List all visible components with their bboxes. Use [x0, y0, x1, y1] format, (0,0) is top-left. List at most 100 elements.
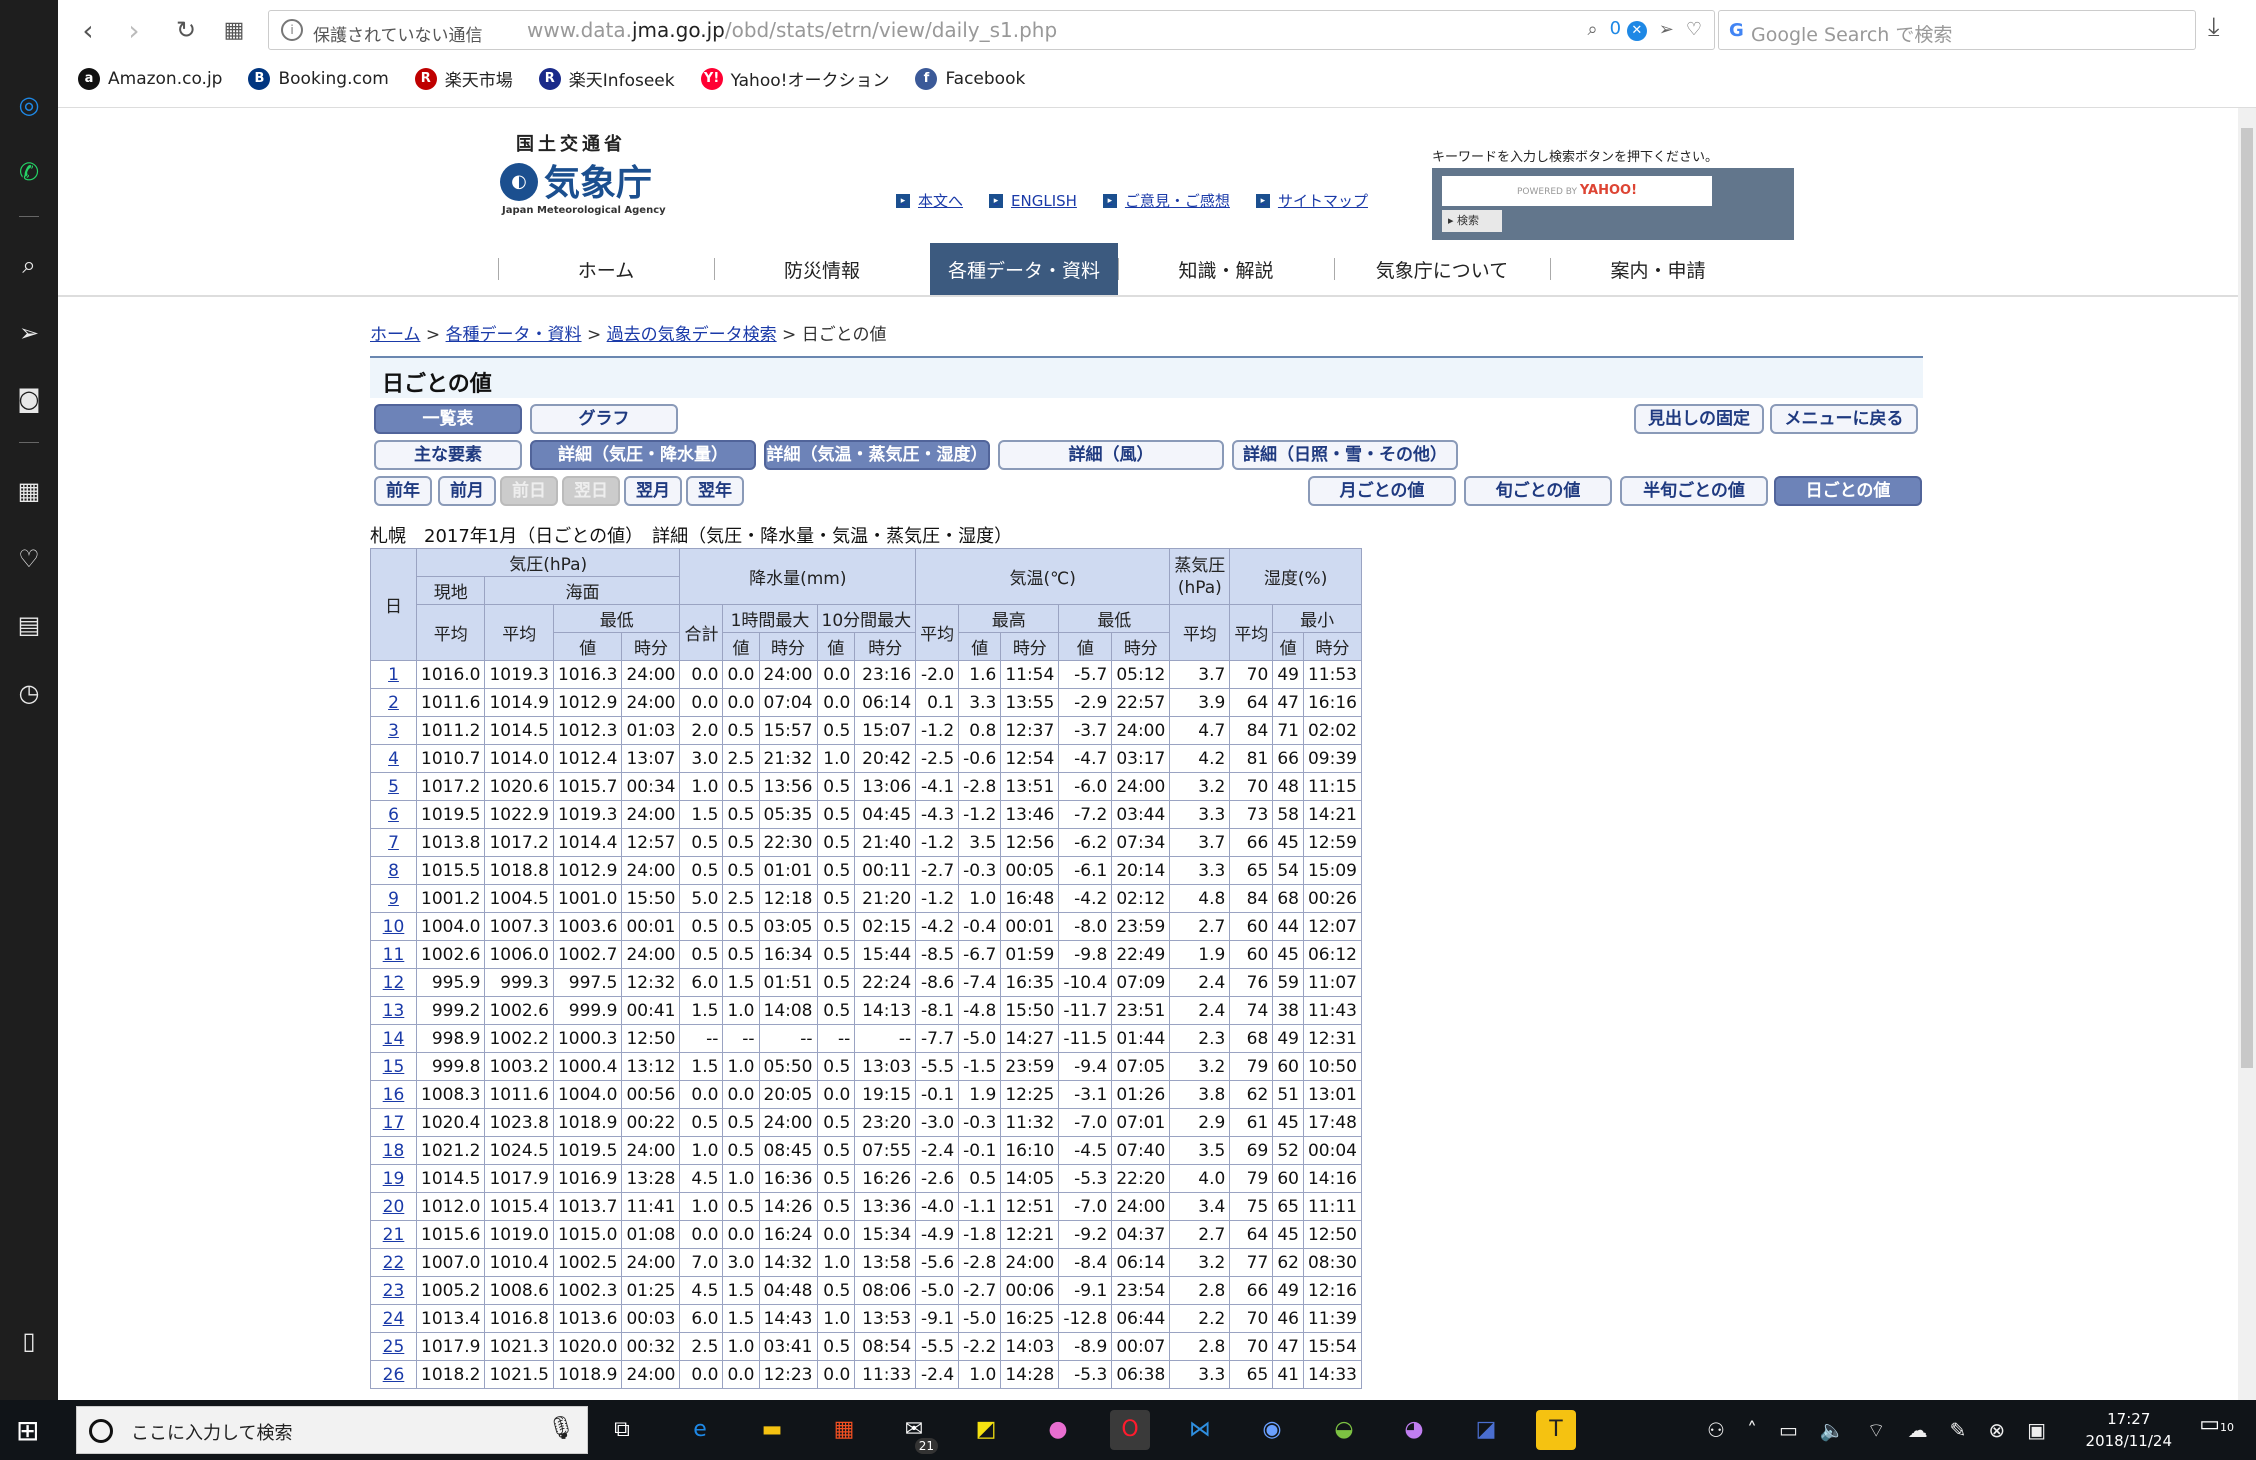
store-icon[interactable]: ▦	[824, 1410, 864, 1450]
bookmark-item[interactable]: f Facebook	[915, 67, 1025, 90]
detail-pressure-button[interactable]: 詳細（気圧・降水量）	[530, 440, 756, 470]
day-link[interactable]: 2	[388, 693, 399, 713]
opera-icon[interactable]: O	[1110, 1410, 1150, 1450]
bookmark-item[interactable]: R 楽天Infoseek	[538, 66, 675, 91]
taskbar-search[interactable]: ここに入力して検索 🎙	[76, 1406, 588, 1454]
day-link[interactable]: 17	[383, 1113, 405, 1133]
day-link[interactable]: 5	[388, 777, 399, 797]
nav-item[interactable]: 案内・申請	[1550, 243, 1766, 295]
url-text[interactable]: www.data.jma.go.jp/obd/stats/etrn/view/d…	[527, 18, 1057, 42]
page-scrollbar[interactable]	[2238, 108, 2256, 1400]
microphone-icon[interactable]: 🎙	[547, 1416, 575, 1441]
ime-icon[interactable]: ▣	[2027, 1418, 2046, 1442]
file-explorer-icon[interactable]: ▬	[752, 1410, 792, 1450]
apps-icon[interactable]: ▦	[10, 472, 48, 510]
prev-year-button[interactable]: 前年	[374, 476, 432, 506]
site-search-input[interactable]: POWERED BY YAHOO!	[1442, 176, 1712, 206]
breadcrumb-data[interactable]: 各種データ・資料	[446, 325, 582, 345]
nav-item[interactable]: ホーム	[498, 243, 714, 295]
nav-item[interactable]: 各種データ・資料	[930, 243, 1118, 295]
monthly-values-button[interactable]: 月ごとの値	[1308, 476, 1456, 506]
maps-pin-icon[interactable]: ●	[1038, 1410, 1078, 1450]
day-link[interactable]: 8	[388, 861, 399, 881]
reload-icon[interactable]: ↻	[168, 12, 204, 48]
nav-item[interactable]: 防災情報	[714, 243, 930, 295]
battery-icon[interactable]: ▭	[1779, 1418, 1798, 1442]
day-link[interactable]: 4	[388, 749, 399, 769]
edge-icon[interactable]: e	[680, 1410, 720, 1450]
cortana-icon[interactable]	[89, 1419, 113, 1443]
speed-dial-icon[interactable]: ▦	[216, 12, 252, 48]
day-link[interactable]: 20	[383, 1197, 405, 1217]
history-icon[interactable]: ◷	[10, 674, 48, 712]
forward-icon[interactable]: ›	[116, 12, 152, 48]
messenger-icon[interactable]: ◎	[10, 86, 48, 124]
eclipse-icon[interactable]: ◉	[1252, 1410, 1292, 1450]
nav-item[interactable]: 気象庁について	[1334, 243, 1550, 295]
camera-icon[interactable]: ◙	[10, 380, 48, 418]
day-link[interactable]: 10	[383, 917, 405, 937]
android-icon[interactable]: ◒	[1324, 1410, 1364, 1450]
day-link[interactable]: 1	[388, 665, 399, 685]
sitemap-link[interactable]: ▸ サイトマップ	[1255, 190, 1368, 211]
day-link[interactable]: 19	[383, 1169, 405, 1189]
people-icon[interactable]: ⚇	[1707, 1418, 1725, 1442]
search-icon[interactable]: ⌕	[1587, 19, 1597, 40]
news-icon[interactable]: ▤	[10, 606, 48, 644]
heart-icon[interactable]: ♡	[10, 540, 48, 578]
app-icon[interactable]: ◪	[1466, 1410, 1506, 1450]
terminal-icon[interactable]: T	[1536, 1410, 1576, 1450]
fix-header-button[interactable]: 見出しの固定	[1634, 404, 1764, 434]
day-link[interactable]: 25	[383, 1337, 405, 1357]
sticky-notes-icon[interactable]: ◩	[966, 1410, 1006, 1450]
bookmark-item[interactable]: Y! Yahoo!オークション	[700, 66, 889, 91]
day-link[interactable]: 3	[388, 721, 399, 741]
day-link[interactable]: 9	[388, 889, 399, 909]
ad-block-counter[interactable]: 0 ✕	[1610, 18, 1647, 41]
breadcrumb-home[interactable]: ホーム	[370, 325, 421, 345]
dekad-values-button[interactable]: 旬ごとの値	[1464, 476, 1612, 506]
day-link[interactable]: 18	[383, 1141, 405, 1161]
whatsapp-icon[interactable]: ✆	[10, 153, 48, 191]
vscode-icon[interactable]: ⋈	[1180, 1410, 1220, 1450]
github-icon[interactable]: ◕	[1394, 1410, 1434, 1450]
next-year-button[interactable]: 翌年	[686, 476, 744, 506]
graph-view-button[interactable]: グラフ	[530, 404, 678, 434]
skip-to-content-link[interactable]: ▸ 本文へ	[896, 190, 963, 211]
bookmark-item[interactable]: B Booking.com	[248, 67, 389, 90]
sidebar-toggle-icon[interactable]: ▯	[10, 1322, 48, 1360]
day-link[interactable]: 15	[383, 1057, 405, 1077]
day-link[interactable]: 6	[388, 805, 399, 825]
bookmark-item[interactable]: a Amazon.co.jp	[78, 67, 222, 90]
wifi-icon[interactable]: ⌔	[1867, 1418, 1886, 1443]
send-icon[interactable]: ➢	[10, 314, 48, 352]
volume-icon[interactable]: 🔈	[1820, 1418, 1845, 1442]
download-icon[interactable]: ⤓	[2208, 12, 2220, 43]
notification-icon[interactable]: ▭10	[2199, 1412, 2234, 1437]
day-link[interactable]: 16	[383, 1085, 405, 1105]
cloud-upload-icon[interactable]: ☁	[1908, 1418, 1928, 1442]
task-view-icon[interactable]: ⧉	[602, 1410, 642, 1450]
day-link[interactable]: 23	[383, 1281, 405, 1301]
day-link[interactable]: 12	[383, 973, 405, 993]
day-link[interactable]: 13	[383, 1001, 405, 1021]
search-icon[interactable]: ⌕	[10, 246, 48, 284]
close-circle-icon[interactable]: ⊗	[1988, 1418, 2005, 1442]
nav-item[interactable]: 知識・解説	[1118, 243, 1334, 295]
address-bar[interactable]: i 保護されていない通信 www.data.jma.go.jp/obd/stat…	[268, 10, 1715, 50]
breadcrumb-past[interactable]: 過去の気象データ検索	[607, 325, 777, 345]
day-link[interactable]: 7	[388, 833, 399, 853]
day-link[interactable]: 21	[383, 1225, 405, 1245]
windows-start-icon[interactable]: ⊞	[16, 1414, 39, 1447]
info-icon[interactable]: i	[281, 19, 303, 41]
jma-logo-icon[interactable]: ◐	[500, 163, 538, 201]
site-search-button[interactable]: ▸ 検索	[1442, 210, 1502, 232]
english-link[interactable]: ▸ ENGLISH	[989, 190, 1077, 211]
day-link[interactable]: 24	[383, 1309, 405, 1329]
detail-sunshine-button[interactable]: 詳細（日照・雪・その他）	[1232, 440, 1458, 470]
pentad-values-button[interactable]: 半旬ごとの値	[1620, 476, 1768, 506]
site-logo-text[interactable]: 気象庁	[544, 154, 652, 206]
share-icon[interactable]: ➢	[1659, 19, 1674, 40]
day-link[interactable]: 14	[383, 1029, 405, 1049]
next-month-button[interactable]: 翌月	[624, 476, 682, 506]
